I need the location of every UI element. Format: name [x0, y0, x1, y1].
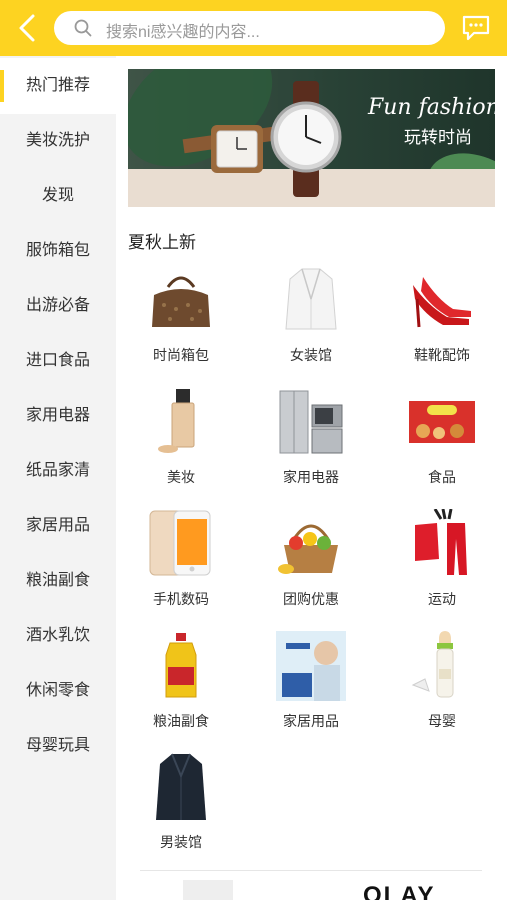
sidebar-item-apparel[interactable]: 服饰箱包 [0, 223, 116, 279]
sidebar-item-beauty[interactable]: 美妆洗护 [0, 113, 116, 169]
chat-bubble-icon[interactable] [461, 14, 491, 42]
category-label: 女装馆 [290, 347, 332, 363]
cooking-oil-icon [165, 633, 197, 698]
section-title: 夏秋上新 [128, 233, 196, 252]
category-label: 团购优惠 [283, 591, 339, 607]
tissue-pack-icon [276, 631, 346, 701]
category-item-menswear[interactable]: 男装馆 [126, 752, 236, 862]
search-placeholder: 搜索ni感兴趣的内容... [106, 24, 260, 41]
sidebar-item-snacks[interactable]: 休闲零食 [0, 663, 116, 719]
search-icon [74, 19, 92, 37]
category-item-baby[interactable]: 母婴 [387, 631, 497, 741]
smartphone-icon [149, 510, 211, 576]
sidebar-item-home[interactable]: 家居用品 [0, 498, 116, 554]
sidebar-item-grain-oil[interactable]: 粮油副食 [0, 553, 116, 609]
category-label: 运动 [428, 591, 456, 607]
blazer-icon [285, 268, 337, 330]
sidebar-item-paper-cleaning[interactable]: 纸品家清 [0, 443, 116, 499]
category-item-food[interactable]: 食品 [387, 387, 497, 497]
category-item-household[interactable]: 家居用品 [256, 631, 366, 741]
sidebar-item-discover[interactable]: 发现 [0, 168, 116, 224]
category-item-groupbuy[interactable]: 团购优惠 [256, 509, 366, 619]
sidebar-item-hot[interactable]: 热门推荐 [0, 58, 116, 114]
sidebar-item-travel[interactable]: 出游必备 [0, 278, 116, 334]
banner-title: Fun fashion [368, 95, 495, 120]
chevron-left-icon[interactable] [12, 12, 44, 44]
sidebar-item-imported-food[interactable]: 进口食品 [0, 333, 116, 389]
category-label: 母婴 [428, 713, 456, 729]
category-label: 美妆 [167, 469, 195, 485]
baby-bottle-icon [411, 631, 454, 698]
category-item-appliances[interactable]: 家用电器 [256, 387, 366, 497]
sidebar-item-appliances[interactable]: 家用电器 [0, 388, 116, 444]
sidebar-item-drinks[interactable]: 酒水乳饮 [0, 608, 116, 664]
watch-image [182, 81, 342, 197]
sportswear-icon [415, 509, 467, 575]
category-item-bags[interactable]: 时尚箱包 [126, 265, 236, 375]
brand-logo-olay[interactable]: OLAY [363, 882, 435, 900]
category-label: 粮油副食 [153, 713, 209, 729]
banner-subtitle: 玩转时尚 [404, 128, 472, 147]
category-sidebar: 热门推荐 美妆洗护 发现 服饰箱包 出游必备 进口食品 家用电器 纸品家清 家居… [0, 56, 116, 900]
promo-banner[interactable]: Fun fashion 玩转时尚 [128, 69, 495, 207]
sidebar-item-baby-toys[interactable]: 母婴玩具 [0, 718, 116, 774]
category-item-sports[interactable]: 运动 [387, 509, 497, 619]
category-label: 手机数码 [153, 591, 209, 607]
category-item-makeup[interactable]: 美妆 [126, 387, 236, 497]
top-bar: 搜索ni感兴趣的内容... [0, 0, 507, 56]
category-label: 时尚箱包 [153, 347, 209, 363]
handbag-icon [152, 276, 210, 327]
category-item-womens[interactable]: 女装馆 [256, 265, 366, 375]
coat-icon [156, 753, 206, 820]
snack-box-icon [409, 401, 475, 443]
category-label: 家用电器 [283, 469, 339, 485]
foundation-bottle-icon [158, 389, 195, 453]
category-label: 食品 [428, 469, 456, 485]
category-label: 鞋靴配饰 [414, 347, 470, 363]
category-item-grain-oil[interactable]: 粮油副食 [126, 631, 236, 741]
fruit-basket-icon [278, 524, 338, 574]
category-label: 男装馆 [160, 834, 202, 850]
category-item-phones[interactable]: 手机数码 [126, 509, 236, 619]
brand-logo-partial[interactable] [183, 880, 233, 900]
category-item-shoes[interactable]: 鞋靴配饰 [387, 265, 497, 375]
appliances-icon [279, 390, 343, 454]
search-input[interactable]: 搜索ni感兴趣的内容... [54, 11, 445, 45]
section-divider [140, 870, 482, 871]
high-heels-icon [413, 277, 471, 328]
category-label: 家居用品 [283, 713, 339, 729]
